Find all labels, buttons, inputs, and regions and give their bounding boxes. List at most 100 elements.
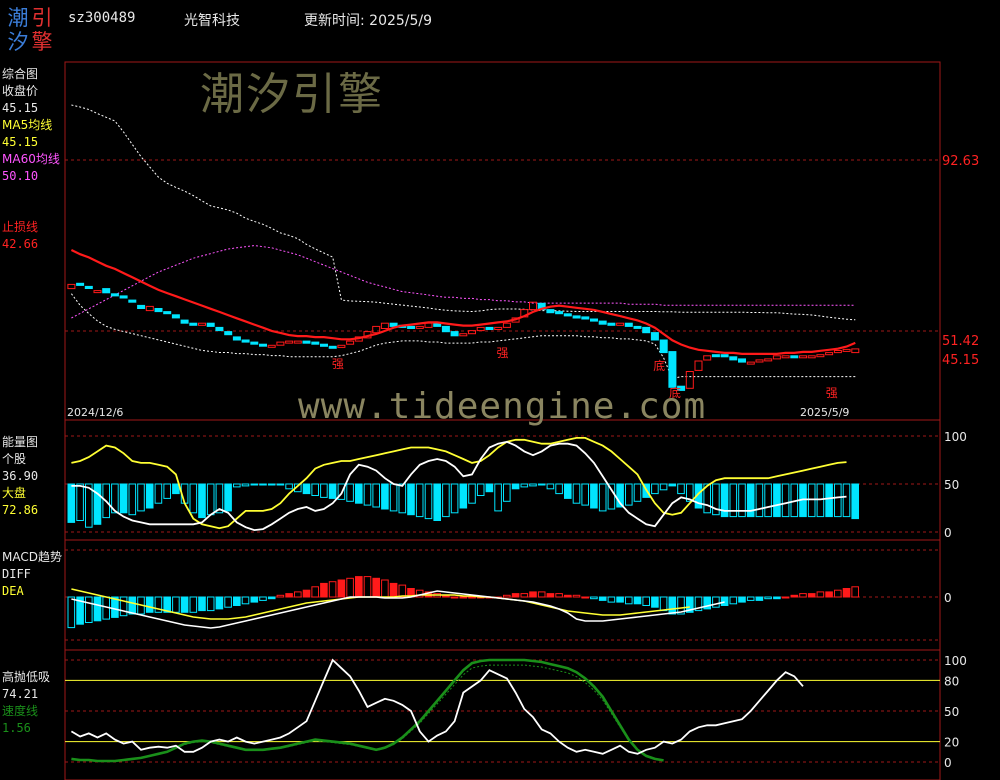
energy-bar: [564, 483, 572, 499]
signal-label: 强: [332, 357, 344, 371]
energy-bar: [677, 483, 685, 495]
signal-label: 强: [826, 386, 838, 400]
macd-bar: [781, 596, 790, 599]
energy-bar: [476, 483, 485, 496]
energy-bar: [825, 483, 833, 518]
macd-bar: [625, 596, 633, 605]
candle: [180, 319, 189, 324]
candle: [485, 326, 494, 330]
energy-bar: [781, 483, 790, 518]
energy-bar: [67, 483, 76, 523]
close-value: 45.15: [2, 101, 39, 115]
energy-bar: [459, 483, 468, 509]
candle: [598, 320, 607, 325]
ma60-line: [71, 245, 856, 319]
energy-bar: [259, 483, 267, 486]
candle: [764, 358, 773, 362]
candle: [459, 333, 468, 337]
macd-bar: [468, 596, 476, 599]
macd-bar: [276, 594, 285, 598]
energy-bar: [572, 483, 581, 504]
candle: [799, 355, 807, 359]
macd-bar: [546, 593, 555, 598]
candle: [276, 341, 285, 346]
energy-bar: [250, 483, 259, 486]
candle: [67, 283, 76, 290]
macd-bar: [372, 577, 380, 598]
tick-label: 80: [944, 674, 959, 688]
candle: [572, 315, 581, 319]
candle: [476, 326, 485, 332]
candle: [816, 354, 825, 358]
macd-bar: [720, 596, 729, 606]
macd-panel-title: MACD趋势: [2, 550, 62, 564]
candle: [825, 352, 834, 356]
ma5-label: MA5均线: [2, 118, 53, 132]
macd-bar: [807, 593, 816, 598]
macd-bar: [729, 596, 738, 605]
energy-bar: [494, 483, 502, 512]
diff-label: DIFF: [2, 567, 31, 581]
dea-label: DEA: [2, 584, 24, 598]
macd-bar: [598, 596, 607, 601]
candle: [137, 304, 146, 309]
candle: [76, 282, 85, 286]
macd-bar: [537, 591, 546, 598]
macd-bar: [233, 596, 241, 606]
candle: [250, 341, 259, 345]
candle: [102, 288, 111, 294]
energy-bar: [267, 483, 276, 486]
energy-bar: [355, 483, 363, 504]
candle: [232, 336, 241, 341]
energy-bar: [372, 483, 380, 508]
macd-bar: [503, 594, 511, 598]
candle: [781, 355, 790, 359]
candle: [84, 285, 93, 289]
macd-bar: [285, 593, 293, 598]
candle: [145, 305, 154, 312]
macd-bar: [206, 596, 215, 612]
energy-panel-title: 能量图: [2, 435, 39, 449]
tick-label: 50: [944, 478, 959, 492]
candle: [128, 299, 137, 303]
candle: [502, 322, 511, 328]
candle: [93, 290, 102, 294]
macd-bar: [459, 596, 468, 599]
macd-bar: [267, 596, 276, 600]
candle: [616, 322, 625, 326]
energy-bar: [320, 483, 328, 498]
macd-bar: [712, 596, 720, 608]
energy-bar: [137, 483, 145, 512]
candle: [746, 361, 755, 365]
energy-bar: [529, 483, 537, 487]
macd-bar: [668, 596, 677, 615]
energy-bar: [363, 483, 372, 506]
ma5-line: [70, 249, 856, 355]
hilo-value: 74.21: [2, 687, 39, 701]
energy-bar: [76, 483, 84, 521]
candle: [494, 326, 503, 330]
candle: [171, 314, 180, 319]
energy-bar: [241, 483, 250, 487]
candle: [563, 313, 572, 317]
candle: [346, 340, 355, 345]
candle: [546, 309, 555, 314]
energy-bar: [555, 483, 563, 495]
energy-bar: [625, 483, 633, 506]
macd-bar: [555, 593, 563, 598]
energy-bar: [415, 483, 424, 518]
candle: [206, 322, 215, 327]
candle: [163, 311, 172, 315]
tick-label: 0: [944, 591, 952, 605]
panel-frame: [64, 649, 941, 780]
macd-bar: [564, 594, 572, 598]
candle: [711, 354, 720, 358]
macd-bar: [128, 596, 137, 615]
macd-bar: [381, 579, 389, 598]
candle: [633, 325, 642, 329]
candle: [415, 325, 424, 329]
candle: [198, 322, 206, 326]
energy-bar: [668, 483, 677, 487]
candle: [119, 295, 128, 299]
macd-bar: [511, 593, 520, 598]
